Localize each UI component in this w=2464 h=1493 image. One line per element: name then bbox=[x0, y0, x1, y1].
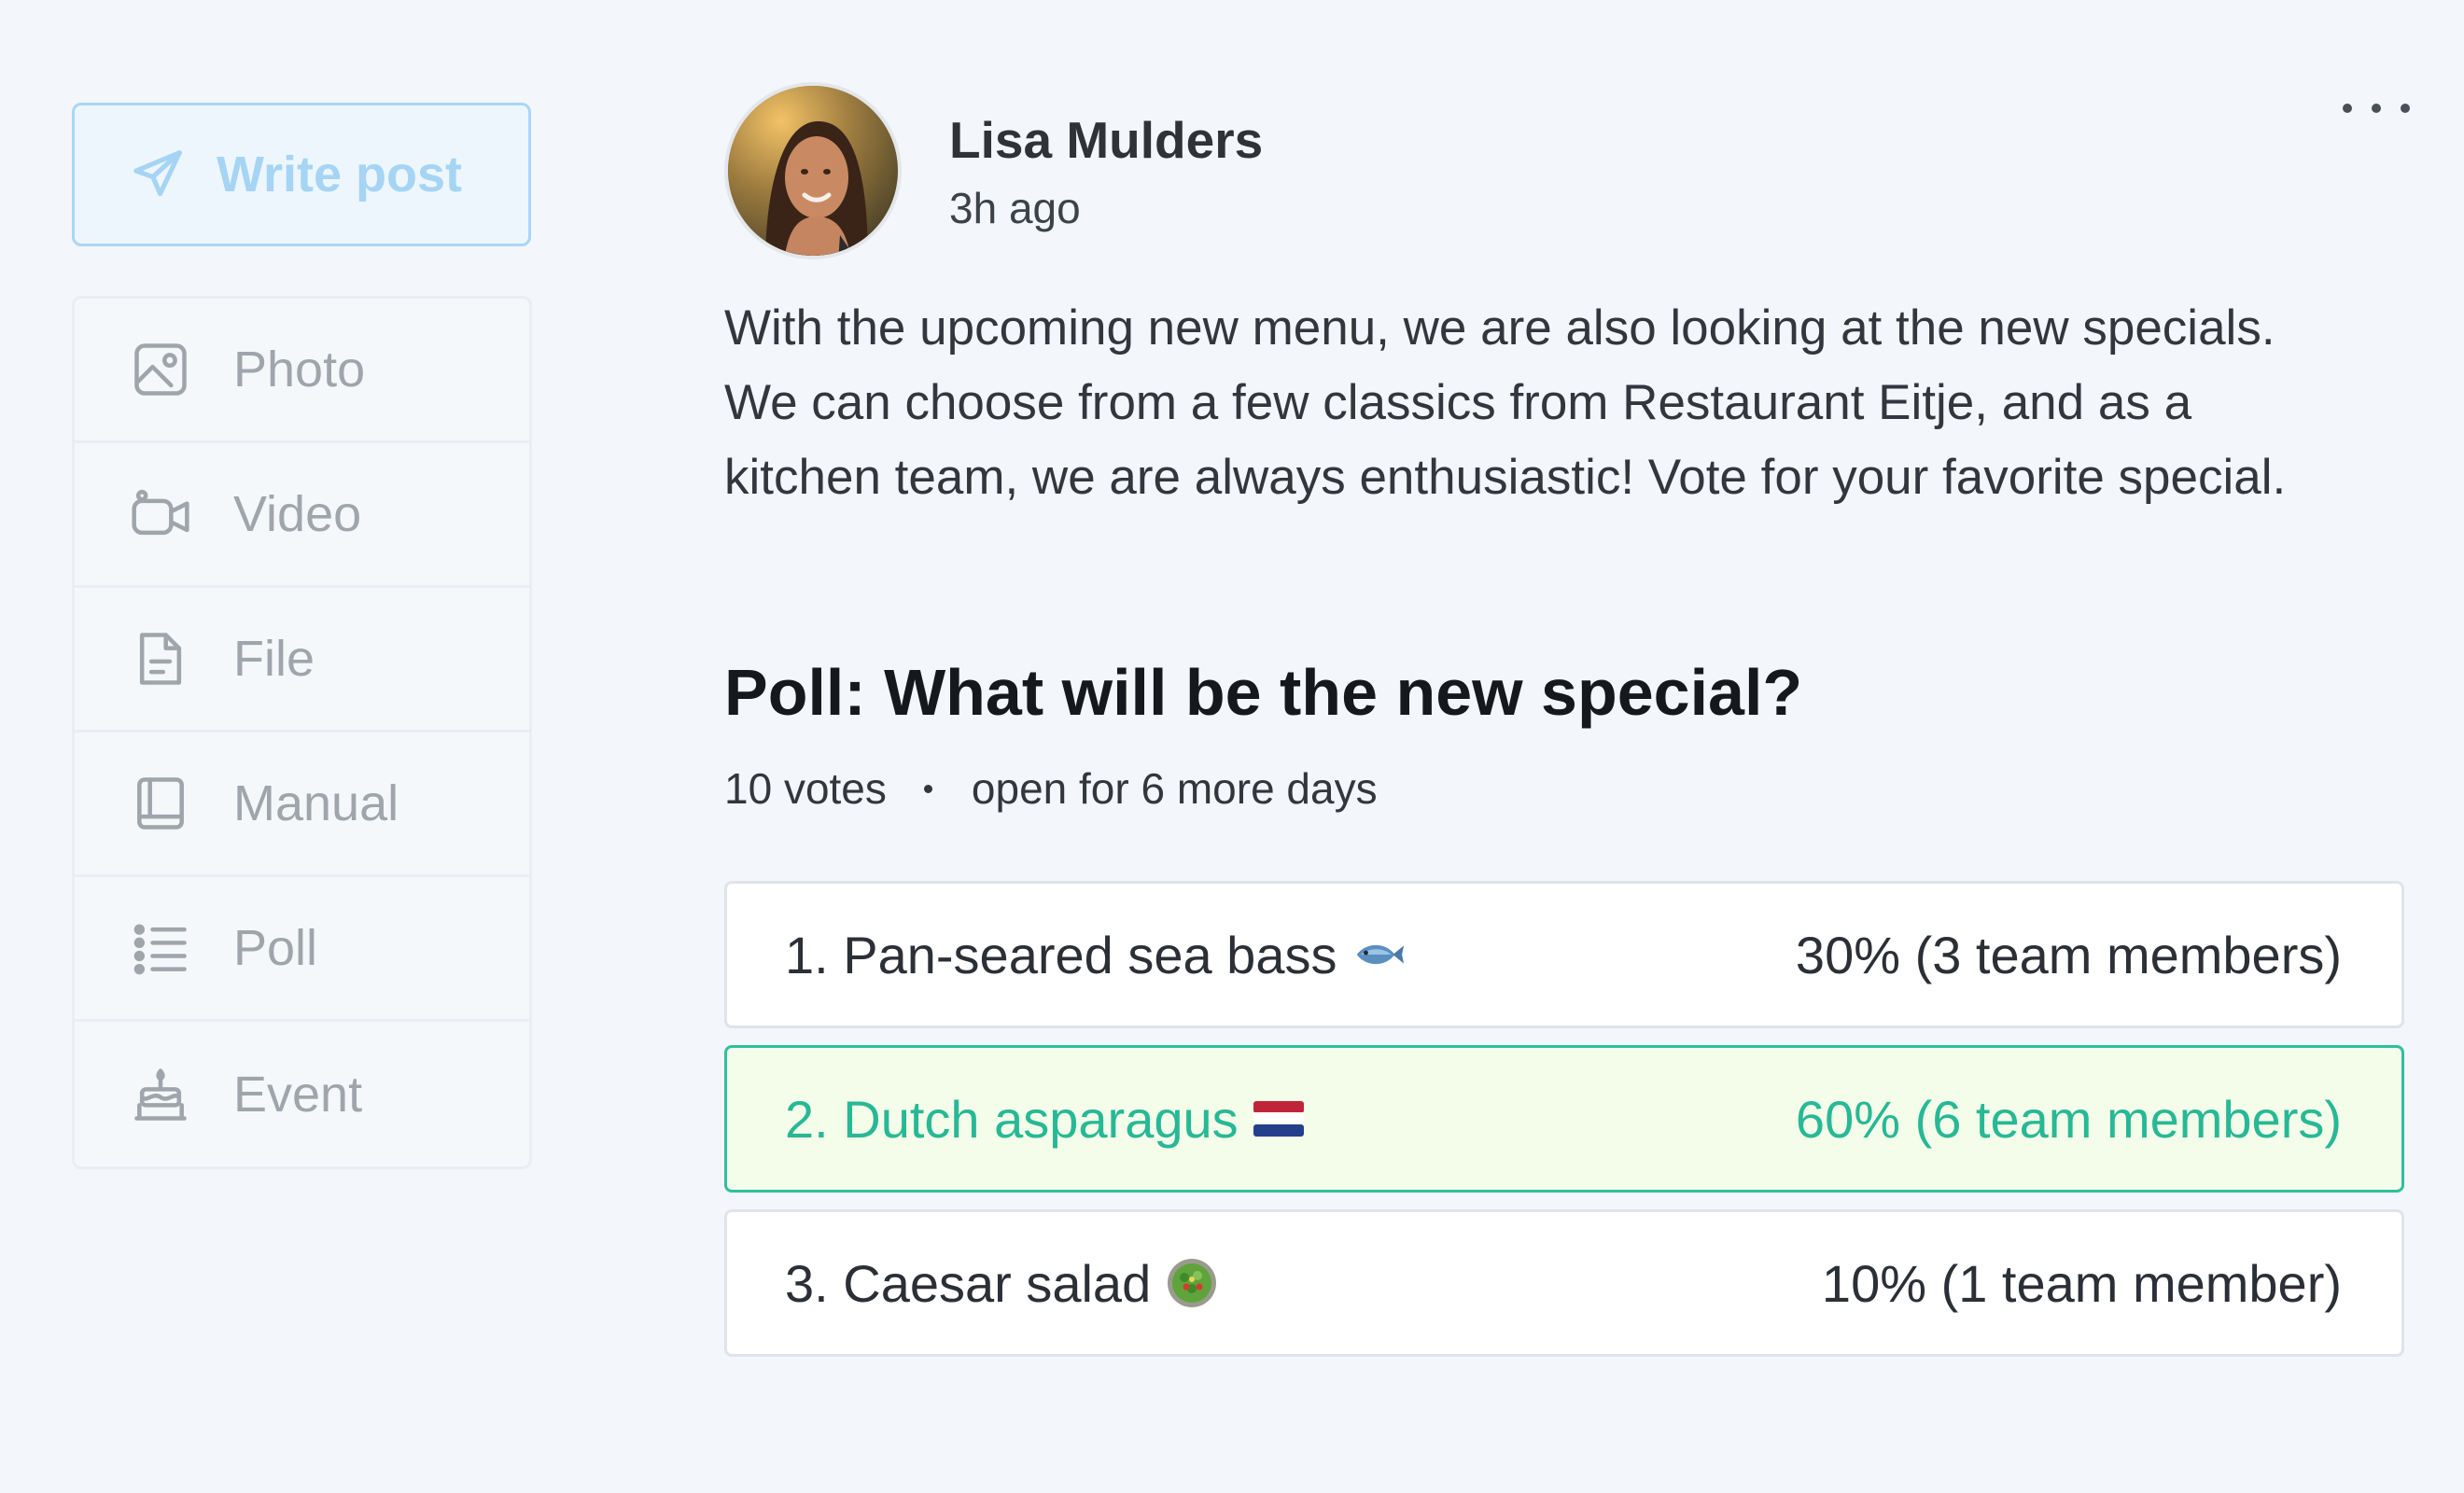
post-timestamp: 3h ago bbox=[949, 184, 1081, 232]
menu-item-photo[interactable]: Photo bbox=[75, 299, 529, 443]
poll-option-1[interactable]: 1. Pan-seared sea bass 30% (3 team membe… bbox=[724, 881, 2404, 1028]
post-body: With the upcoming new menu, we are also … bbox=[724, 300, 2287, 505]
poll-option-result: 10% (1 team member) bbox=[1821, 1253, 2342, 1313]
list-icon bbox=[129, 916, 192, 980]
menu-item-video[interactable]: Video bbox=[75, 443, 529, 588]
menu-item-label: Photo bbox=[233, 342, 366, 398]
write-post-button[interactable]: Write post bbox=[72, 103, 531, 246]
poll-option-label-wrap: 2. Dutch asparagus bbox=[785, 1089, 1304, 1150]
menu-item-label: Manual bbox=[233, 775, 399, 831]
menu-item-label: Event bbox=[233, 1066, 363, 1123]
separator-dot bbox=[923, 784, 932, 793]
poll-title: Poll: What will be the new special? bbox=[724, 656, 1803, 729]
menu-item-label: File bbox=[233, 631, 315, 687]
file-icon bbox=[129, 627, 192, 691]
menu-item-label: Video bbox=[233, 486, 362, 542]
poll-option-label-wrap: 3. Caesar salad bbox=[785, 1253, 1218, 1314]
poll-option-result: 60% (6 team members) bbox=[1795, 1089, 2342, 1149]
dutch-flag-icon bbox=[1253, 1101, 1304, 1137]
poll-meta: 10 votes open for 6 more days bbox=[724, 763, 1378, 814]
menu-item-manual[interactable]: Manual bbox=[75, 733, 529, 877]
menu-item-poll[interactable]: Poll bbox=[75, 877, 529, 1022]
poll-option-label-wrap: 1. Pan-seared sea bass bbox=[785, 925, 1406, 985]
poll-option-2[interactable]: 2. Dutch asparagus 60% (6 team members) bbox=[724, 1045, 2404, 1193]
poll-option-label: 2. Dutch asparagus bbox=[785, 1089, 1239, 1149]
vote-count: 10 votes bbox=[724, 764, 887, 813]
photo-icon bbox=[129, 338, 192, 401]
menu-item-file[interactable]: File bbox=[75, 588, 529, 733]
write-post-label: Write post bbox=[217, 147, 463, 202]
send-icon bbox=[129, 146, 187, 203]
menu-item-label: Poll bbox=[233, 920, 318, 976]
salad-icon bbox=[1166, 1257, 1218, 1309]
author-name[interactable]: Lisa Mulders bbox=[949, 110, 1263, 170]
more-options-icon[interactable] bbox=[2343, 88, 2410, 129]
poll-option-label: 1. Pan-seared sea bass bbox=[785, 925, 1337, 984]
video-icon bbox=[129, 482, 192, 546]
avatar[interactable] bbox=[724, 82, 902, 259]
fish-icon bbox=[1351, 936, 1406, 973]
menu-item-event[interactable]: Event bbox=[75, 1022, 529, 1166]
poll-option-3[interactable]: 3. Caesar salad 10% (1 team member) bbox=[724, 1209, 2404, 1357]
poll-status: open for 6 more days bbox=[971, 764, 1378, 813]
poll-option-result: 30% (3 team members) bbox=[1795, 925, 2342, 984]
book-icon bbox=[129, 772, 192, 835]
cake-icon bbox=[129, 1063, 192, 1126]
post-type-menu: Photo Video File Manual Poll Event bbox=[72, 296, 532, 1169]
poll-option-label: 3. Caesar salad bbox=[785, 1253, 1152, 1313]
